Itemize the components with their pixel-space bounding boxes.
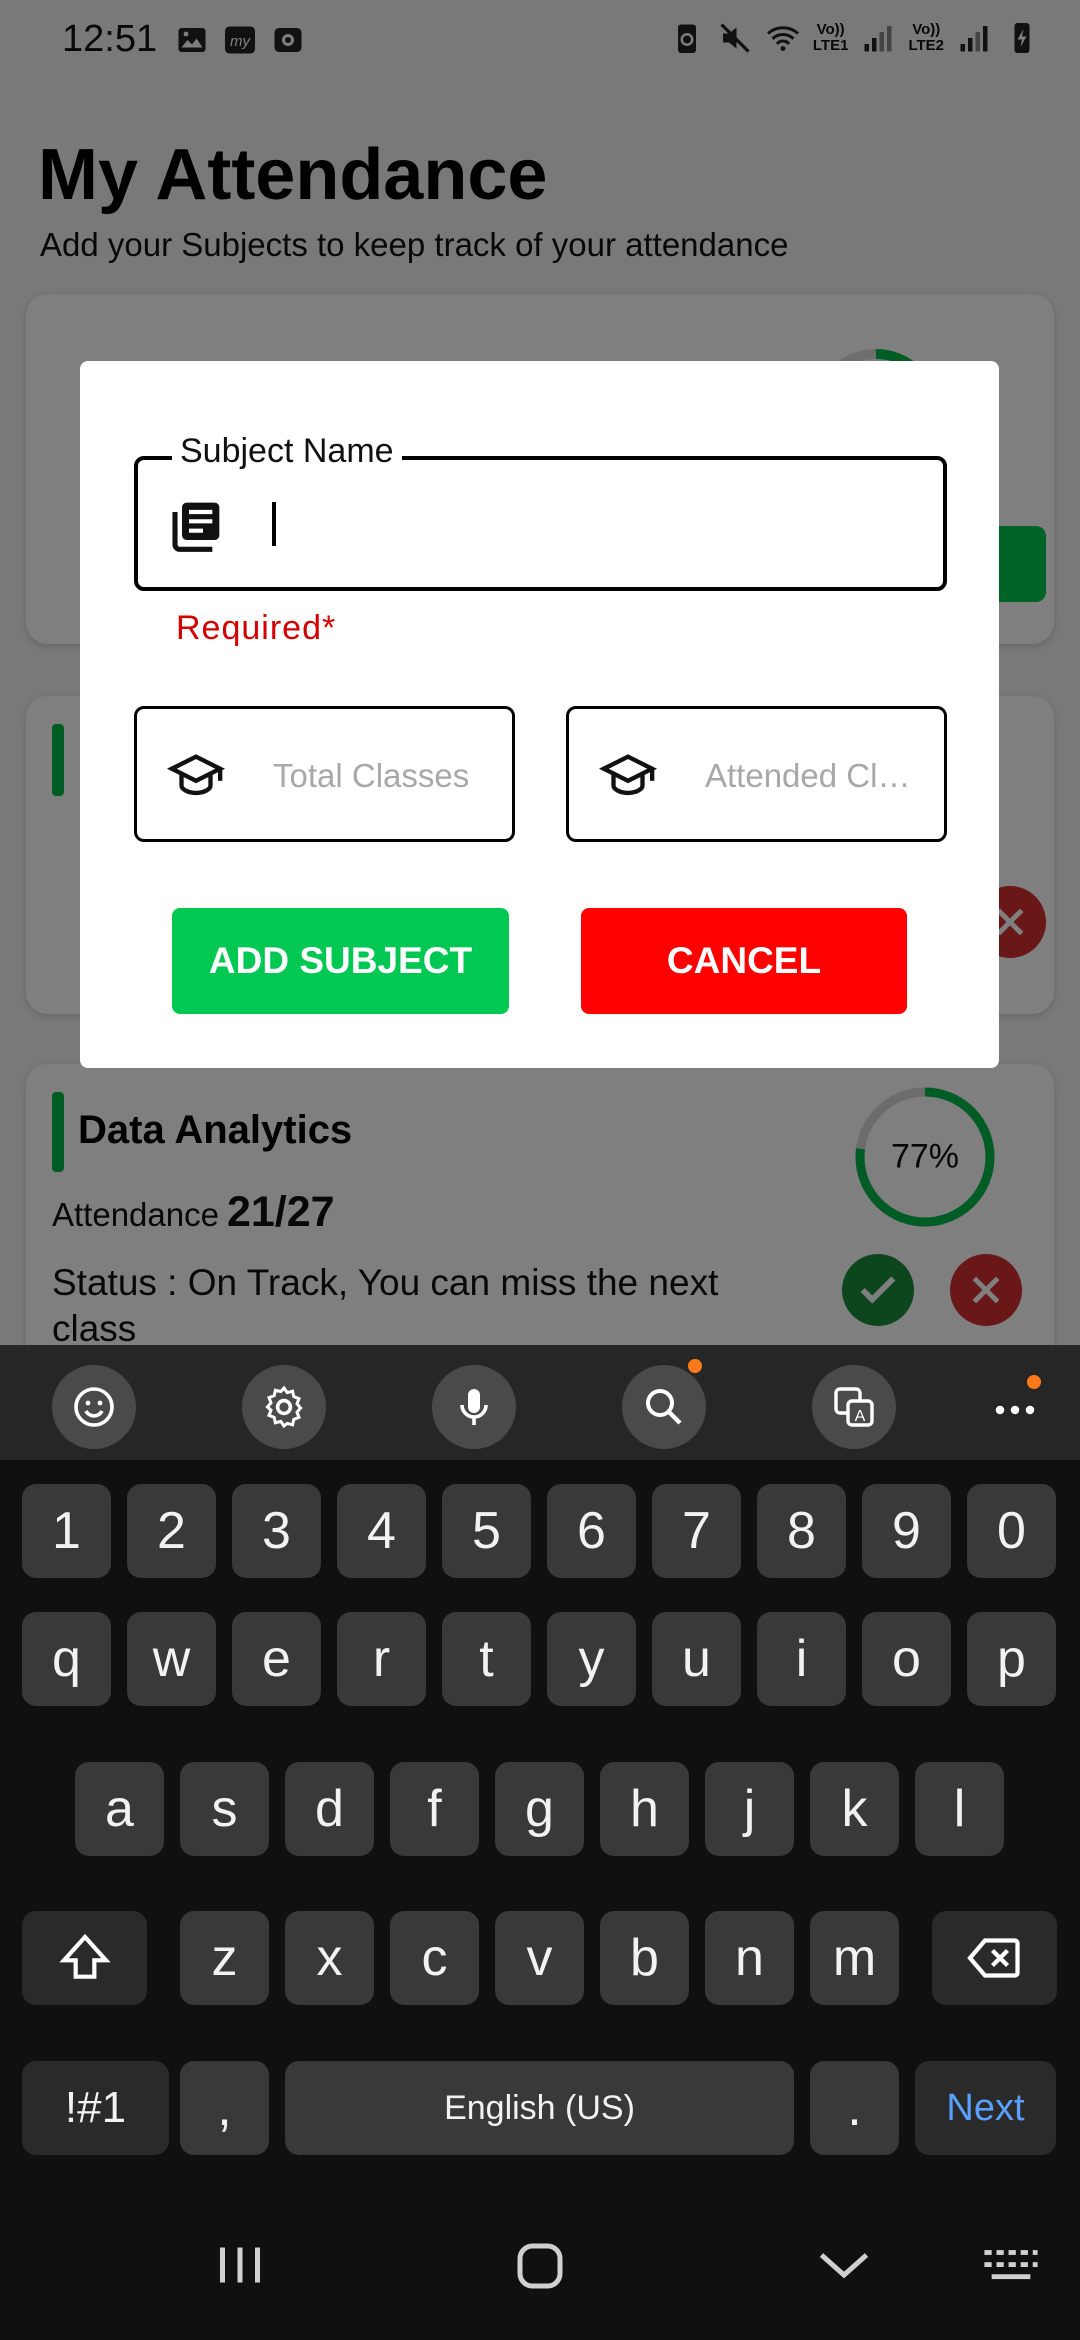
key-l[interactable]: l — [915, 1762, 1004, 1856]
settings-icon — [265, 1385, 303, 1429]
add-subject-button[interactable]: ADD SUBJECT — [172, 908, 509, 1014]
key-a[interactable]: a — [75, 1762, 164, 1856]
back-icon[interactable] — [814, 2240, 874, 2290]
next-key[interactable]: Next — [915, 2061, 1056, 2155]
key-j[interactable]: j — [705, 1762, 794, 1856]
key-4[interactable]: 4 — [337, 1484, 426, 1578]
keyboard-switch-icon[interactable] — [982, 2244, 1040, 2290]
text-caret — [272, 502, 276, 546]
key-d[interactable]: d — [285, 1762, 374, 1856]
translate-icon: A — [834, 1387, 874, 1427]
graduation-cap-icon — [599, 754, 657, 796]
key-o[interactable]: o — [862, 1612, 951, 1706]
comma-key[interactable]: , — [180, 2061, 269, 2155]
search-icon — [646, 1389, 682, 1425]
graduation-cap-icon — [167, 754, 225, 796]
subject-name-label: Subject Name — [172, 432, 402, 471]
key-u[interactable]: u — [652, 1612, 741, 1706]
key-m[interactable]: m — [810, 1911, 899, 2005]
keyboard-settings-button[interactable] — [242, 1365, 326, 1449]
key-r[interactable]: r — [337, 1612, 426, 1706]
cancel-button[interactable]: CANCEL — [581, 908, 907, 1014]
key-x[interactable]: x — [285, 1911, 374, 2005]
voice-input-button[interactable] — [432, 1365, 516, 1449]
key-8[interactable]: 8 — [757, 1484, 846, 1578]
key-1[interactable]: 1 — [22, 1484, 111, 1578]
key-t[interactable]: t — [442, 1612, 531, 1706]
book-icon — [172, 502, 220, 552]
key-s[interactable]: s — [180, 1762, 269, 1856]
key-c[interactable]: c — [390, 1911, 479, 2005]
attended-classes-placeholder: Attended Classes — [705, 757, 925, 794]
key-w[interactable]: w — [127, 1612, 216, 1706]
subject-name-error: Required* — [176, 609, 337, 647]
add-subject-dialog: Subject Name Required* Total Classes Att… — [80, 361, 999, 1068]
period-key[interactable]: . — [810, 2061, 899, 2155]
key-n[interactable]: n — [705, 1911, 794, 2005]
key-y[interactable]: y — [547, 1612, 636, 1706]
key-v[interactable]: v — [495, 1911, 584, 2005]
key-i[interactable]: i — [757, 1612, 846, 1706]
key-h[interactable]: h — [600, 1762, 689, 1856]
space-key[interactable]: English (US) — [285, 2061, 794, 2155]
notification-dot — [1027, 1375, 1041, 1389]
notification-dot — [688, 1359, 702, 1373]
total-classes-placeholder: Total Classes — [273, 757, 470, 794]
emoji-icon — [74, 1387, 114, 1427]
keyboard-toolbar: A — [0, 1345, 1080, 1460]
attendance-screen: 12:51 my Vo)) LTE1 Vo)) LTE2 My Attendan… — [0, 0, 1080, 1345]
key-p[interactable]: p — [967, 1612, 1056, 1706]
home-icon[interactable] — [510, 2236, 570, 2296]
recents-icon[interactable] — [210, 2240, 270, 2290]
backspace-key[interactable] — [932, 1911, 1057, 2005]
translate-button[interactable]: A — [812, 1365, 896, 1449]
backspace-icon — [966, 1938, 1020, 1978]
key-6[interactable]: 6 — [547, 1484, 636, 1578]
navigation-bar — [0, 2190, 1080, 2340]
shift-key[interactable] — [22, 1911, 147, 2005]
key-9[interactable]: 9 — [862, 1484, 951, 1578]
key-b[interactable]: b — [600, 1911, 689, 2005]
more-options-button[interactable] — [985, 1375, 1045, 1435]
key-0[interactable]: 0 — [967, 1484, 1056, 1578]
key-3[interactable]: 3 — [232, 1484, 321, 1578]
key-2[interactable]: 2 — [127, 1484, 216, 1578]
key-f[interactable]: f — [390, 1762, 479, 1856]
key-q[interactable]: q — [22, 1612, 111, 1706]
svg-text:A: A — [855, 1408, 866, 1425]
key-5[interactable]: 5 — [442, 1484, 531, 1578]
emoji-button[interactable] — [52, 1365, 136, 1449]
attended-classes-field[interactable]: Attended Classes — [566, 706, 947, 842]
microphone-icon — [460, 1389, 488, 1425]
key-7[interactable]: 7 — [652, 1484, 741, 1578]
key-g[interactable]: g — [495, 1762, 584, 1856]
subject-name-field[interactable]: Subject Name — [134, 432, 947, 591]
shift-icon — [58, 1933, 111, 1979]
total-classes-field[interactable]: Total Classes — [134, 706, 515, 842]
key-z[interactable]: z — [180, 1911, 269, 2005]
key-e[interactable]: e — [232, 1612, 321, 1706]
symbols-key[interactable]: !#1 — [22, 2061, 169, 2155]
key-k[interactable]: k — [810, 1762, 899, 1856]
keyboard-search-button[interactable] — [622, 1359, 706, 1449]
